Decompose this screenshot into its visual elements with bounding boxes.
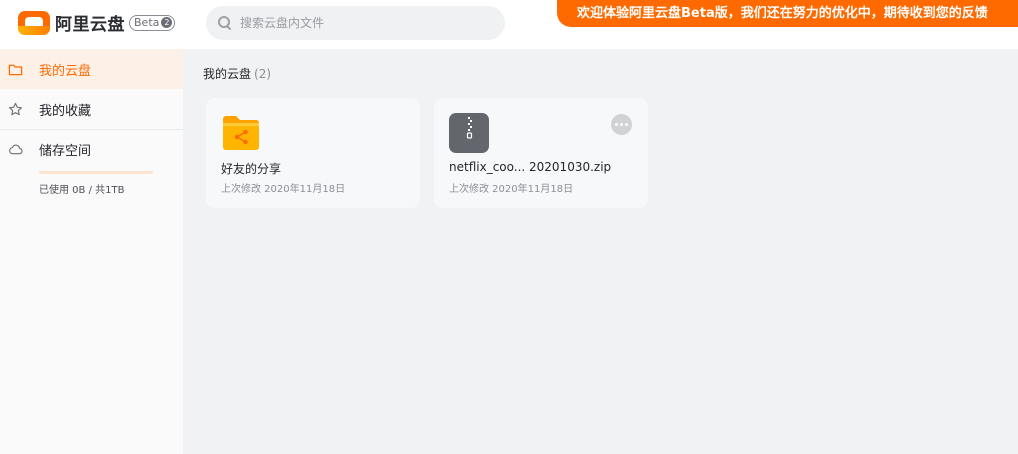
- file-card-shared-folder[interactable]: 好友的分享 上次修改 2020年11月18日: [206, 98, 420, 208]
- search-box[interactable]: [206, 6, 505, 40]
- folder-icon: [8, 64, 23, 75]
- search-icon: [218, 16, 232, 30]
- storage-usage-text: 已使用 0B / 共1TB: [39, 185, 125, 196]
- file-name: 好友的分享: [221, 162, 282, 176]
- beta-marker: 2: [161, 17, 173, 28]
- sidebar-item-label: 储存空间: [39, 143, 92, 159]
- beta-label: Beta: [134, 16, 160, 29]
- sidebar-item-storage[interactable]: 储存空间: [0, 129, 183, 169]
- file-name: netflix_coo... 20201030.zip: [449, 160, 612, 174]
- sidebar-item-label: 我的收藏: [39, 103, 92, 119]
- brand-name: 阿里云盘: [55, 15, 125, 35]
- file-area: 我的云盘 (2) 好友的分享 上次修改 2020年11月18日 netflix_…: [183, 49, 1018, 454]
- file-modified-date: 上次修改 2020年11月18日: [449, 184, 574, 195]
- cloud-icon: [9, 144, 23, 154]
- banner-text: 欢迎体验阿里云盘Beta版，我们还在努力的优化中，期待收到您的反馈: [577, 6, 988, 21]
- file-card-zip[interactable]: netflix_coo... 20201030.zip 上次修改 2020年11…: [434, 98, 648, 208]
- feedback-banner[interactable]: 欢迎体验阿里云盘Beta版，我们还在努力的优化中，期待收到您的反馈: [557, 0, 1018, 27]
- sidebar-item-favorites[interactable]: 我的收藏: [0, 89, 183, 129]
- logo[interactable]: 阿里云盘 Beta 2: [18, 10, 176, 35]
- sidebar: 我的云盘 我的收藏 储存空间 已使用 0B / 共1TB: [0, 49, 183, 454]
- zip-file-icon: [449, 113, 489, 153]
- storage-progress-bar: [39, 171, 153, 174]
- top-bar: 阿里云盘 Beta 2 欢迎体验阿里云盘Beta版，我们还在努力的优化中，期待收…: [0, 0, 1018, 49]
- file-count: (2): [254, 67, 272, 81]
- sidebar-item-label: 我的云盘: [39, 63, 92, 79]
- page-title: 我的云盘: [203, 67, 252, 81]
- breadcrumb: 我的云盘 (2): [203, 65, 271, 82]
- file-modified-date: 上次修改 2020年11月18日: [221, 184, 346, 195]
- more-options-button[interactable]: [611, 114, 632, 135]
- logo-icon: [18, 10, 50, 35]
- beta-badge: Beta 2: [129, 14, 176, 31]
- shared-folder-icon: [223, 116, 259, 150]
- app-window: 阿里云盘 Beta 2 欢迎体验阿里云盘Beta版，我们还在努力的优化中，期待收…: [0, 0, 1018, 454]
- sidebar-item-my-drive[interactable]: 我的云盘: [0, 49, 183, 89]
- search-input[interactable]: [240, 16, 490, 30]
- star-icon: [9, 102, 22, 115]
